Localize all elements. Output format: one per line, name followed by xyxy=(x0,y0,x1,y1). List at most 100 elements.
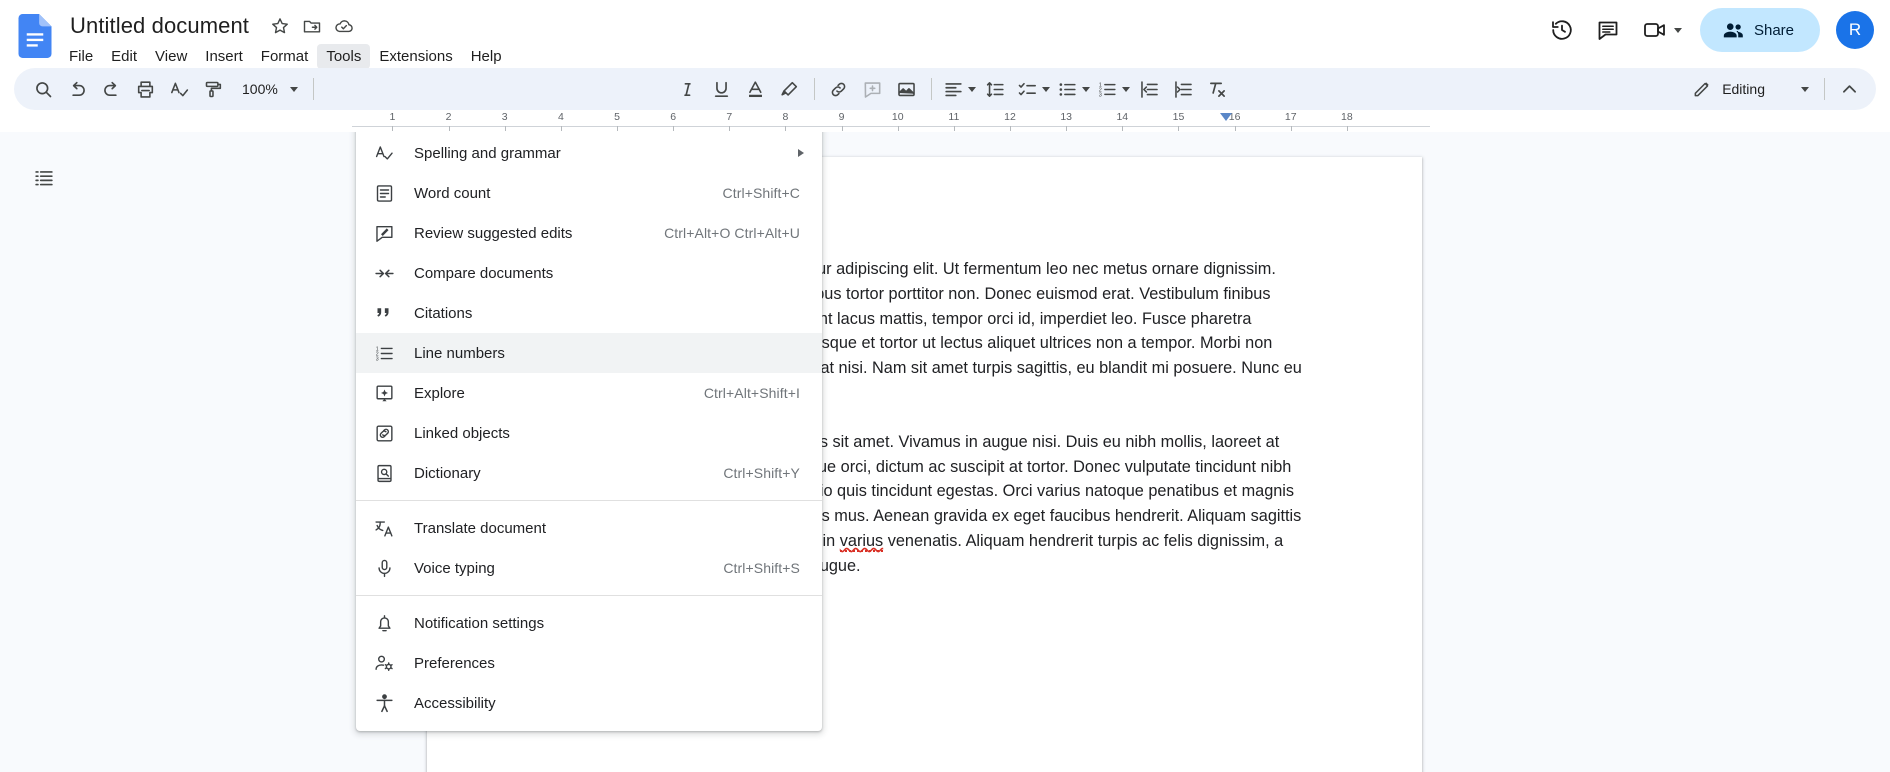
menu-item-explore[interactable]: Explore Ctrl+Alt+Shift+I xyxy=(356,373,822,413)
right-indent-marker[interactable] xyxy=(1220,113,1232,121)
google-docs-icon[interactable] xyxy=(14,8,56,64)
menu-item-linked-objects[interactable]: Linked objects xyxy=(356,413,822,453)
line-spacing-icon[interactable] xyxy=(979,72,1013,106)
top-bar-actions: Share R xyxy=(1540,8,1874,52)
collapse-toolbar-icon[interactable] xyxy=(1832,72,1866,106)
comment-icon[interactable] xyxy=(1586,8,1630,52)
decrease-indent-icon[interactable] xyxy=(1133,72,1167,106)
ruler-tick xyxy=(392,126,394,131)
menu-item-spelling-and-grammar[interactable]: Spelling and grammar xyxy=(356,133,822,173)
highlight-color-icon[interactable] xyxy=(773,72,807,106)
insert-image-icon[interactable] xyxy=(890,72,924,106)
ruler-number: 13 xyxy=(1060,111,1073,123)
menu-insert[interactable]: Insert xyxy=(196,44,252,69)
compare-documents-icon xyxy=(373,262,395,284)
citations-icon xyxy=(373,302,395,324)
spellcheck-icon[interactable] xyxy=(162,72,196,106)
menu-extensions[interactable]: Extensions xyxy=(370,44,461,69)
ruler-tick xyxy=(560,126,562,131)
star-icon[interactable] xyxy=(265,11,295,41)
menu-help[interactable]: Help xyxy=(462,44,511,69)
ruler-number: 7 xyxy=(726,111,733,123)
menu-item-line-numbers[interactable]: 1 2 3 Line numbers xyxy=(356,333,822,373)
ruler-tick xyxy=(1178,126,1180,131)
underline-icon[interactable] xyxy=(705,72,739,106)
menu-item-dictionary[interactable]: Dictionary Ctrl+Shift+Y xyxy=(356,453,822,493)
misspelled-word[interactable]: varius xyxy=(839,531,884,552)
menu-tools[interactable]: Tools xyxy=(317,43,371,69)
cloud-saved-icon[interactable] xyxy=(329,11,359,41)
menu-item-voice-typing[interactable]: Voice typing Ctrl+Shift+S xyxy=(356,548,822,588)
ruler-number: 18 xyxy=(1341,111,1353,123)
chevron-down-icon[interactable] xyxy=(1041,86,1050,92)
menu-view[interactable]: View xyxy=(146,44,196,69)
add-comment-icon[interactable] xyxy=(856,72,890,106)
ruler-number: 11 xyxy=(948,111,960,123)
menu-item-review-suggested-edits[interactable]: Review suggested edits Ctrl+Alt+O Ctrl+Al… xyxy=(356,213,822,253)
ruler-tick xyxy=(673,126,675,131)
menu-item-accessibility[interactable]: Accessibility xyxy=(356,683,822,723)
increase-indent-icon[interactable] xyxy=(1167,72,1201,106)
menu-format[interactable]: Format xyxy=(252,44,318,69)
menu-item-preferences[interactable]: Preferences xyxy=(356,643,822,683)
redo-icon[interactable] xyxy=(94,72,128,106)
menu-edit[interactable]: Edit xyxy=(102,44,146,69)
ruler-number: 17 xyxy=(1284,111,1297,123)
numbered-list-icon[interactable]: 1 2 3 xyxy=(1093,72,1133,106)
menu-item-label: Notification settings xyxy=(414,614,545,632)
submenu-arrow-icon[interactable] xyxy=(798,149,804,157)
clear-formatting-icon[interactable] xyxy=(1201,72,1235,106)
text-color-icon[interactable] xyxy=(739,72,773,106)
share-button[interactable]: Share xyxy=(1699,8,1820,52)
line-numbers-icon: 123 xyxy=(373,342,395,364)
chevron-down-icon[interactable] xyxy=(967,86,976,92)
ruler-area: 1 2 3 4 5 6 7 8 9 10 11 12 13 14 15 16 17 18 xyxy=(0,110,1890,132)
checklist-icon[interactable] xyxy=(1013,72,1053,106)
chevron-down-icon[interactable] xyxy=(1081,86,1090,92)
bulleted-list-icon[interactable] xyxy=(1053,72,1093,106)
zoom-value: 100% xyxy=(242,81,278,97)
chevron-down-icon[interactable] xyxy=(1673,27,1682,33)
ruler-number: 10 xyxy=(891,111,904,123)
align-left-icon[interactable] xyxy=(939,72,979,106)
ruler-tick xyxy=(897,126,899,131)
horizontal-ruler[interactable]: 1 2 3 4 5 6 7 8 9 10 11 12 13 14 15 16 17 18 xyxy=(352,110,1430,132)
insert-link-icon[interactable] xyxy=(822,72,856,106)
tools-dropdown-menu[interactable]: Spelling and grammar Word count Ctrl+Shift… xyxy=(356,132,822,731)
ruler-number: 12 xyxy=(1004,111,1016,123)
zoom-control[interactable]: 100% xyxy=(232,74,304,104)
document-title[interactable]: Untitled document xyxy=(66,12,253,40)
avatar[interactable]: R xyxy=(1836,11,1874,49)
ruler-tick xyxy=(1234,126,1236,131)
title-and-menus: Untitled document File Edit View Insert … xyxy=(66,8,511,69)
italic-icon[interactable] xyxy=(671,72,705,106)
document-outline-icon[interactable] xyxy=(26,160,62,196)
editing-mode-button[interactable]: Editing xyxy=(1682,72,1817,106)
menu-item-translate-document[interactable]: Translate document xyxy=(356,508,822,548)
ruler-tick xyxy=(729,126,731,131)
chevron-down-icon[interactable] xyxy=(1801,86,1809,92)
menu-item-shortcut: Ctrl+Shift+S xyxy=(723,560,800,576)
paint-format-icon[interactable] xyxy=(196,72,230,106)
explore-icon xyxy=(373,382,395,404)
menu-item-citations[interactable]: Citations xyxy=(356,293,822,333)
menu-item-notification-settings[interactable]: Notification settings xyxy=(356,603,822,643)
toolbar-container: 100% 1 2 3 Editing xyxy=(0,68,1890,110)
menu-item-word-count[interactable]: Word count Ctrl+Shift+C xyxy=(356,173,822,213)
menu-item-label: Preferences xyxy=(414,654,495,672)
chevron-down-icon[interactable] xyxy=(1121,86,1130,92)
menu-item-shortcut: Ctrl+Shift+C xyxy=(722,185,800,201)
search-icon[interactable] xyxy=(26,72,60,106)
menu-item-label: Dictionary xyxy=(414,464,481,482)
ruler-number: 15 xyxy=(1172,111,1185,123)
title-icon-group xyxy=(265,11,359,41)
version-history-icon[interactable] xyxy=(1540,8,1584,52)
undo-icon[interactable] xyxy=(60,72,94,106)
print-icon[interactable] xyxy=(128,72,162,106)
bell-icon xyxy=(373,612,395,634)
move-to-folder-icon[interactable] xyxy=(297,11,327,41)
menu-file[interactable]: File xyxy=(60,44,102,69)
menu-item-compare-documents[interactable]: Compare documents xyxy=(356,253,822,293)
chevron-down-icon[interactable] xyxy=(289,86,298,92)
meet-button[interactable] xyxy=(1632,8,1690,52)
